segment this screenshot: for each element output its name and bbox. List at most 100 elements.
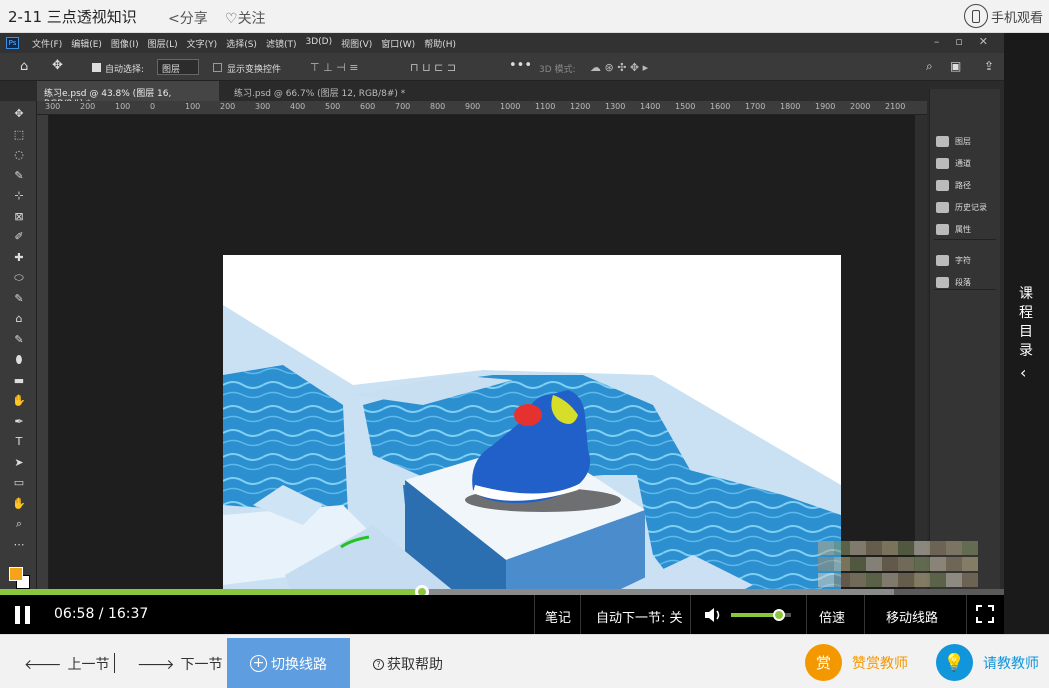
bottom-bar: 🡐 上一节 🡒 下一节 + 切换线路 ? 获取帮助 赏赞赏教师 💡 请教教师: [0, 634, 1049, 688]
ps-menu-item: 窗口(W): [381, 40, 416, 50]
doc-tab: 练习.psd @ 66.7% (图层 12, RGB/8#) *: [234, 89, 406, 99]
ps-menu-item: 文字(Y): [186, 40, 218, 50]
ps-tool-icon: ✚: [14, 250, 24, 264]
time-display: 06:58 / 16:37: [54, 606, 149, 622]
ps-panel-item: 路径: [936, 177, 971, 193]
arrow-right-icon: 🡒: [137, 656, 175, 673]
ask-teacher-button[interactable]: 💡 请教教师: [936, 644, 1039, 681]
ruler-tick: 1000: [500, 102, 521, 111]
ruler-tick: 1900: [815, 102, 836, 111]
ps-tool-icon: ✎: [14, 291, 24, 305]
ps-workspace: [49, 115, 915, 634]
ruler-tick: 2100: [885, 102, 906, 111]
ps-scrollbar: [915, 115, 927, 593]
ruler-tick: 400: [290, 102, 306, 111]
ps-tool-icon: T: [15, 435, 23, 448]
photoshop-logo-icon: Ps: [6, 37, 19, 49]
share-button[interactable]: <分享: [168, 8, 208, 28]
ps-tool-icon: ✥: [14, 107, 24, 120]
ruler-tick: 800: [430, 102, 446, 111]
volume-slider[interactable]: [731, 609, 791, 621]
show-transform-checkbox: [213, 63, 222, 72]
ps-tool-icon: ⌂: [15, 312, 23, 325]
course-catalog-tab[interactable]: 课程目录 ‹: [1004, 33, 1049, 634]
ps-window-buttons: – ▫ ✕: [933, 35, 988, 48]
pause-button[interactable]: [14, 606, 32, 624]
ruler-tick: 1700: [745, 102, 766, 111]
ps-menu-item: 滤镜(T): [265, 40, 297, 50]
volume-icon[interactable]: [703, 605, 723, 625]
ruler-tick: 0: [150, 102, 156, 111]
ps-menu-item: 选择(S): [226, 40, 257, 50]
catalog-label: 课程目录: [1019, 286, 1033, 359]
ruler-left: [37, 115, 49, 593]
ruler-tick: 100: [185, 102, 201, 111]
control-bar: 06:58 / 16:37 笔记 自动下一节: 关 倍速 移动线路: [0, 595, 1004, 634]
ps-tool-icon: ✎: [14, 168, 24, 182]
panel-label: 段落: [955, 277, 971, 287]
arrow-left-icon: 🡐: [24, 656, 62, 673]
follow-button[interactable]: ♡关注: [225, 8, 266, 28]
panel-label: 字符: [955, 255, 971, 265]
workspace-icon: ▣: [950, 59, 962, 73]
panel-icon: [936, 223, 949, 235]
notes-button[interactable]: 笔记: [545, 607, 571, 626]
fullscreen-icon[interactable]: [976, 605, 994, 623]
ruler-tick: 300: [45, 102, 61, 111]
heart-icon: ♡: [225, 11, 238, 27]
align-icons: ⊤ ⊥ ⊣ ≡: [310, 61, 359, 74]
panel-icon: [936, 276, 949, 288]
ps-menubar: Ps 文件(F) 编辑(E) 图像(I) 图层(L) 文字(Y) 选择(S) 滤镜(T) 3D…: [0, 33, 1004, 53]
ps-tool-icon: ⋯: [13, 537, 25, 551]
volume-fill: [731, 613, 779, 617]
phone-icon: [963, 4, 988, 28]
mobile-view-button[interactable]: 手机观看: [963, 4, 1043, 28]
panel-icon: [936, 135, 949, 147]
help-button[interactable]: ? 获取帮助: [373, 654, 443, 674]
auto-select-label: 自动选择:: [105, 65, 145, 75]
video-frame[interactable]: Ps 文件(F) 编辑(E) 图像(I) 图层(L) 文字(Y) 选择(S) 滤镜(T) 3D…: [0, 33, 1004, 634]
ruler-tick: 900: [465, 102, 481, 111]
ps-menu: 文件(F) 编辑(E) 图像(I) 图层(L) 文字(Y) 选择(S) 滤镜(T) 3D(D)…: [32, 37, 456, 50]
share-ps-icon: ⇪: [984, 59, 995, 73]
ruler-tick: 700: [395, 102, 411, 111]
lesson-title: 2-11 三点透视知识: [8, 8, 137, 26]
switch-route-button[interactable]: + 切换线路: [227, 638, 350, 688]
more-icon: •••: [509, 58, 533, 73]
design-canvas: [223, 255, 841, 634]
ps-panels: 图层 通道 路径 历史记录 属性 字符 段落: [929, 89, 1000, 593]
ruler-top: 300 200 100 0 100 200 300 400 500 600 700 800 900 100…: [37, 101, 927, 115]
panel-label: 路径: [955, 180, 971, 190]
ps-tool-icon: ✎: [14, 332, 24, 346]
player-controls: 06:58 / 16:37 笔记 自动下一节: 关 倍速 移动线路: [0, 585, 1004, 634]
ps-toolbar: ✥ ⬚ ◌ ✎ ⊹ ⊠ ✐ ✚ ⬭ ✎ ⌂ ✎ ⬮ ▬ ✋ ✒ T ➤ ▭ ✋ ⌕ ⋯: [0, 101, 37, 593]
ruler-tick: 100: [115, 102, 131, 111]
search-icon: ⌕: [926, 59, 933, 73]
panel-icon: [936, 201, 949, 213]
blurred-watermark: [818, 541, 978, 589]
ps-menu-item: 文件(F): [32, 40, 63, 50]
route-button[interactable]: 移动线路: [886, 607, 938, 626]
ruler-tick: 1100: [535, 102, 556, 111]
ruler-tick: 1300: [605, 102, 626, 111]
ps-tool-icon: ➤: [14, 455, 24, 469]
volume-handle[interactable]: [773, 609, 785, 621]
ps-tool-icon: ✋: [12, 496, 26, 510]
speed-button[interactable]: 倍速: [819, 607, 845, 626]
foreground-color-swatch: [9, 567, 23, 581]
ruler-tick: 300: [255, 102, 271, 111]
prev-lesson-button[interactable]: 🡐 上一节: [24, 654, 110, 674]
shoe-pool-artwork: [223, 255, 841, 634]
auto-select-checkbox: [92, 63, 101, 72]
ruler-tick: 500: [325, 102, 341, 111]
panel-label: 图层: [955, 136, 971, 146]
ps-tool-icon: ✐: [14, 230, 24, 243]
next-lesson-button[interactable]: 🡒 下一节: [137, 654, 223, 674]
show-transform-label: 显示变换控件: [227, 65, 282, 75]
ps-menu-item: 3D(D): [305, 37, 333, 47]
reward-teacher-button[interactable]: 赏赞赏教师: [805, 644, 908, 681]
auto-next-button[interactable]: 自动下一节: 关: [596, 607, 683, 626]
question-icon: ?: [373, 658, 384, 670]
layer-select: 图层: [157, 59, 199, 75]
ruler-tick: 1800: [780, 102, 801, 111]
